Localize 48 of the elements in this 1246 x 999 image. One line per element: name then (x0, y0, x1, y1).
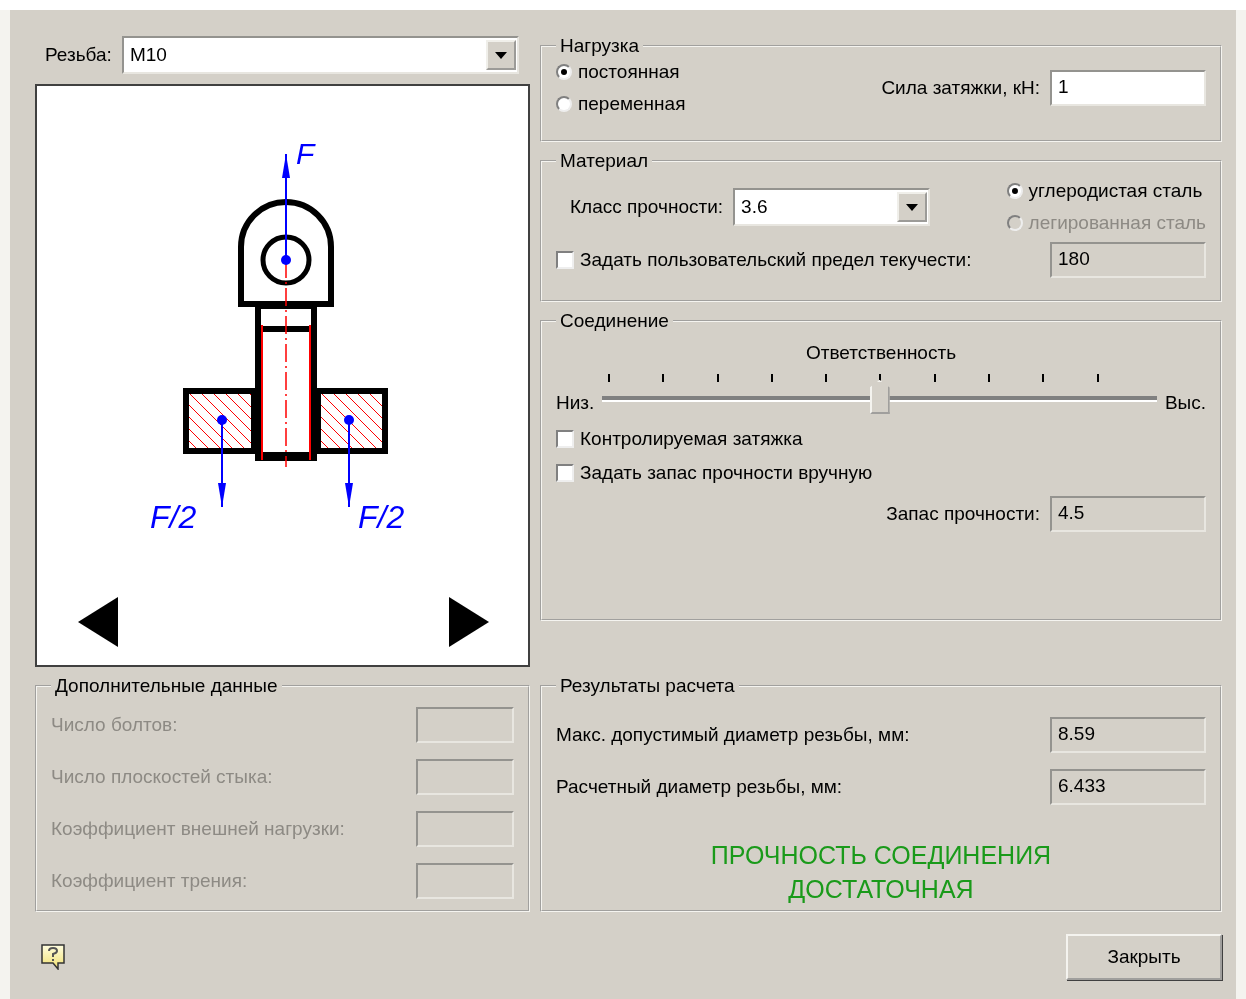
slider-title: Ответственность (804, 342, 958, 364)
group-title: Нагрузка (559, 35, 641, 57)
force-label: F/2 (150, 499, 197, 535)
radio-circle[interactable] (1006, 183, 1023, 199)
result-message: ПРОЧНОСТЬ СОЕДИНЕНИЯ ДОСТАТОЧНАЯ (709, 840, 1053, 905)
thread-dropdown[interactable]: M10 (121, 36, 519, 74)
field-label: Коэффициент внешней нагрузки: (51, 818, 345, 840)
group-title: Результаты расчета (559, 675, 736, 697)
field-label: Число плоскостей стыка: (51, 766, 273, 788)
radio-option[interactable]: переменная (556, 93, 686, 115)
close-button[interactable]: Закрыть (1066, 934, 1222, 980)
field-label: Расчетный диаметр резьбы, мм: (556, 776, 843, 798)
help-icon[interactable] (41, 944, 65, 970)
field-label: Число болтов: (51, 714, 178, 736)
group-title: Материал (559, 150, 650, 172)
radio-circle[interactable] (556, 64, 572, 80)
radio-circle[interactable] (556, 96, 572, 112)
slider-min-label: Низ. (556, 392, 595, 414)
previous-button[interactable] (77, 596, 119, 648)
checkbox-option[interactable]: Задать запас прочности вручную (556, 462, 1206, 484)
field-label: Коэффициент трения: (51, 870, 248, 892)
checkbox-option[interactable]: Задать пользовательский предел текучести: (556, 249, 972, 271)
strength-class-dropdown[interactable]: 3.6 (733, 188, 931, 226)
input-field[interactable]: 4.5 (1050, 496, 1206, 532)
output-field: 6.433 (1050, 769, 1206, 805)
checkbox[interactable] (556, 251, 574, 269)
radio-option[interactable]: постоянная (556, 61, 686, 83)
force-label: F (296, 137, 315, 170)
radio-option[interactable]: углеродистая сталь (1006, 180, 1206, 202)
next-button[interactable] (448, 596, 490, 648)
field-label: Запас прочности: (886, 503, 1040, 525)
caret-icon (494, 51, 507, 59)
slider-thumb[interactable] (869, 380, 890, 414)
thread-label: Резьба: (45, 44, 112, 66)
output-field: 8.59 (1050, 717, 1206, 753)
force-label: F/2 (358, 499, 405, 535)
group-title: Дополнительные данные (54, 675, 279, 697)
caret-icon (906, 203, 919, 211)
field-label: Сила затяжки, кН: (881, 77, 1040, 99)
checkbox[interactable] (556, 430, 574, 448)
checkbox-option[interactable]: Контролируемая затяжка (556, 428, 1206, 450)
group-title: Соединение (559, 310, 670, 332)
field-label: Класс прочности: (570, 196, 724, 218)
checkbox[interactable] (556, 464, 574, 482)
slider-max-label: Выс. (1164, 392, 1206, 414)
field-label: Макс. допустимый диаметр резьбы, мм: (556, 724, 910, 746)
input-field[interactable]: 180 (1050, 242, 1206, 278)
input-field[interactable]: 1 (1050, 70, 1206, 106)
